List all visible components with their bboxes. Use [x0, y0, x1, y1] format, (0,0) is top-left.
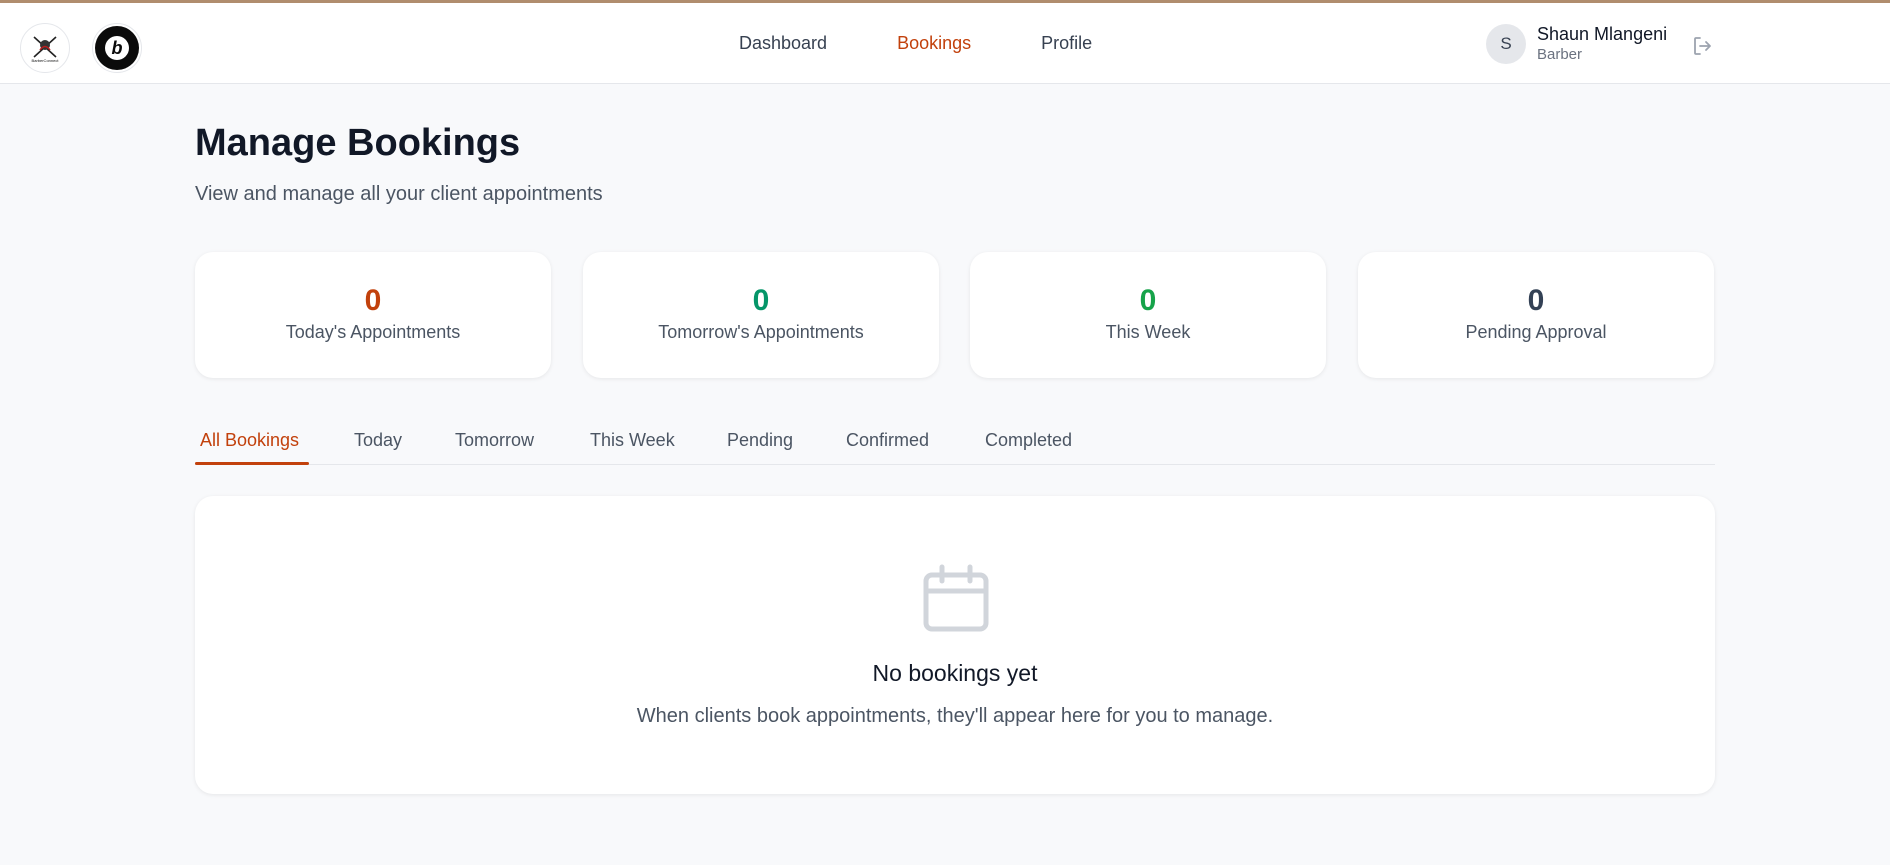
nav-dashboard[interactable]: Dashboard: [739, 33, 827, 54]
user-name: Shaun Mlangeni: [1537, 24, 1668, 44]
empty-state-description: When clients book appointments, they'll …: [636, 705, 1274, 727]
booking-filter-tabs: All Bookings Today Tomorrow This Week Pe…: [195, 422, 1715, 465]
stat-card-tomorrow: 0 Tomorrow's Appointments: [583, 252, 939, 378]
tab-this-week[interactable]: This Week: [590, 430, 675, 451]
brand-logo[interactable]: b: [92, 23, 142, 73]
stat-value-this-week: 0: [1139, 284, 1157, 317]
stat-value-tomorrow: 0: [752, 284, 770, 317]
nav-profile[interactable]: Profile: [1041, 33, 1092, 54]
active-tab-indicator: [195, 462, 309, 465]
brand-logo-badge: b: [95, 26, 139, 70]
empty-state-title: No bookings yet: [872, 660, 1038, 686]
stat-label-today: Today's Appointments: [285, 322, 461, 342]
tab-confirmed[interactable]: Confirmed: [846, 430, 929, 451]
user-role: Barber: [1537, 46, 1583, 63]
user-menu[interactable]: S Shaun Mlangeni Barber: [1486, 23, 1667, 65]
page-subtitle: View and manage all your client appointm…: [195, 183, 603, 205]
stat-card-today: 0 Today's Appointments: [195, 252, 551, 378]
stat-label-tomorrow: Tomorrow's Appointments: [658, 322, 864, 342]
stat-label-this-week: This Week: [1105, 322, 1191, 342]
avatar: S: [1486, 24, 1526, 64]
brand-logo-letter: b: [105, 36, 129, 60]
stat-label-pending: Pending Approval: [1465, 322, 1607, 342]
barberconnect-logo[interactable]: BarberConnect: [20, 23, 70, 73]
stat-card-this-week: 0 This Week: [970, 252, 1326, 378]
stat-value-pending: 0: [1527, 284, 1545, 317]
stat-value-today: 0: [364, 284, 382, 317]
stat-card-pending: 0 Pending Approval: [1358, 252, 1714, 378]
empty-state-card: No bookings yet When clients book appoin…: [195, 496, 1715, 794]
app-header: BarberConnect b Dashboard Bookings Profi…: [0, 3, 1890, 84]
calendar-icon: [923, 564, 989, 632]
logo-wordmark: BarberConnect: [31, 58, 59, 63]
tab-tomorrow[interactable]: Tomorrow: [455, 430, 534, 451]
tab-all-bookings[interactable]: All Bookings: [200, 430, 299, 451]
logout-icon[interactable]: [1691, 34, 1715, 58]
nav-bookings[interactable]: Bookings: [897, 33, 971, 54]
tab-today[interactable]: Today: [354, 430, 402, 451]
main-nav: Dashboard Bookings Profile: [739, 33, 1162, 54]
tab-completed[interactable]: Completed: [985, 430, 1072, 451]
page-title: Manage Bookings: [195, 122, 521, 164]
tab-pending[interactable]: Pending: [727, 430, 793, 451]
